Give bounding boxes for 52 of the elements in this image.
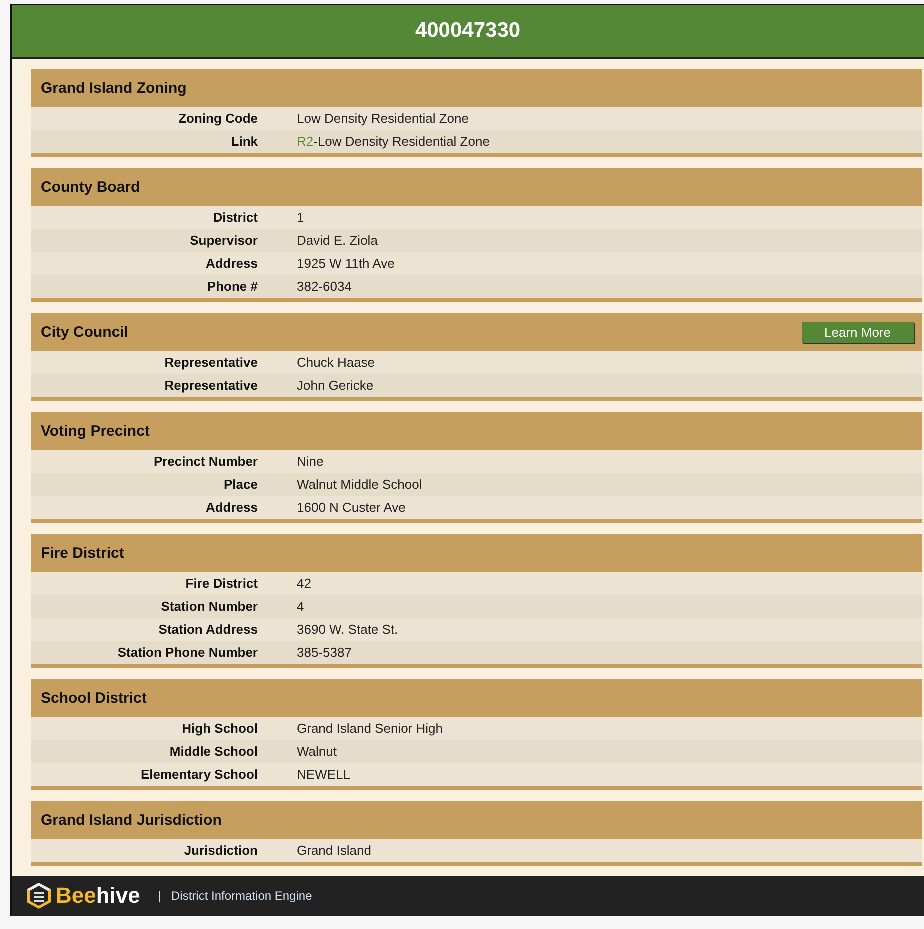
parcel-title: 400047330 (415, 19, 521, 43)
field-label: Fire District (184, 576, 258, 591)
field-label: Jurisdiction (183, 843, 258, 858)
section-title: School District (41, 690, 147, 706)
field-label: Station Number (160, 599, 258, 614)
field-label: Representative (164, 355, 258, 370)
field-label: Link (230, 134, 258, 149)
learn-more-button[interactable]: Learn More (802, 322, 914, 342)
field-value: 1 (297, 210, 304, 225)
field-value: Walnut (297, 744, 337, 759)
field-label: Supervisor (189, 233, 258, 248)
field-label: Representative (164, 378, 258, 393)
field-value: 42 (297, 576, 312, 591)
section-title: Grand Island Zoning (41, 80, 187, 96)
field-value: Low Density Residential Zone (297, 111, 469, 126)
field-value: John Gericke (297, 378, 374, 393)
field-value: Chuck Haase (297, 355, 376, 370)
field-label: Phone # (206, 279, 258, 294)
field-label: Middle School (168, 744, 258, 759)
field-value: 1925 W 11th Ave (297, 256, 395, 271)
field-value: Walnut Middle School (297, 477, 422, 492)
field-value: Nine (297, 454, 324, 469)
field-label: Address (204, 500, 258, 515)
section-title: Fire District (41, 544, 124, 562)
field-value: 382-6034 (297, 279, 352, 294)
field-label: Address (204, 256, 258, 271)
field-value: R2-Low Density Residential Zone (297, 134, 490, 149)
hexagon-logo-icon (26, 882, 52, 910)
field-label: Station Phone Number (116, 645, 258, 660)
tagline: District Information Engine (172, 889, 312, 903)
section-title: Voting Precinct (41, 422, 150, 440)
field-value: 385-5387 (297, 645, 352, 660)
field-label: Precinct Number (152, 454, 258, 469)
field-value: 3690 W. State St. (297, 622, 398, 637)
field-label: Elementary School (140, 767, 258, 782)
field-value: 4 (297, 599, 304, 614)
field-label: Zoning Code (178, 111, 258, 126)
field-value: David E. Ziola (297, 233, 378, 248)
section-title: City Council (41, 324, 129, 340)
zoning-link[interactable]: R2 (297, 134, 314, 149)
field-value: 1600 N Custer Ave (297, 500, 406, 515)
brand-name: Beehive (56, 883, 140, 909)
field-value: NEWELL (297, 767, 350, 782)
field-label: High School (181, 721, 258, 736)
field-label: Station Address (158, 622, 258, 637)
section-title: County Board (41, 178, 140, 196)
field-label: District (212, 210, 258, 225)
section-title: Grand Island Jurisdiction (41, 812, 222, 828)
field-value: Grand Island Senior High (297, 721, 443, 736)
field-value: Grand Island (297, 843, 372, 858)
field-label: Place (223, 477, 258, 492)
separator: | (158, 889, 162, 903)
